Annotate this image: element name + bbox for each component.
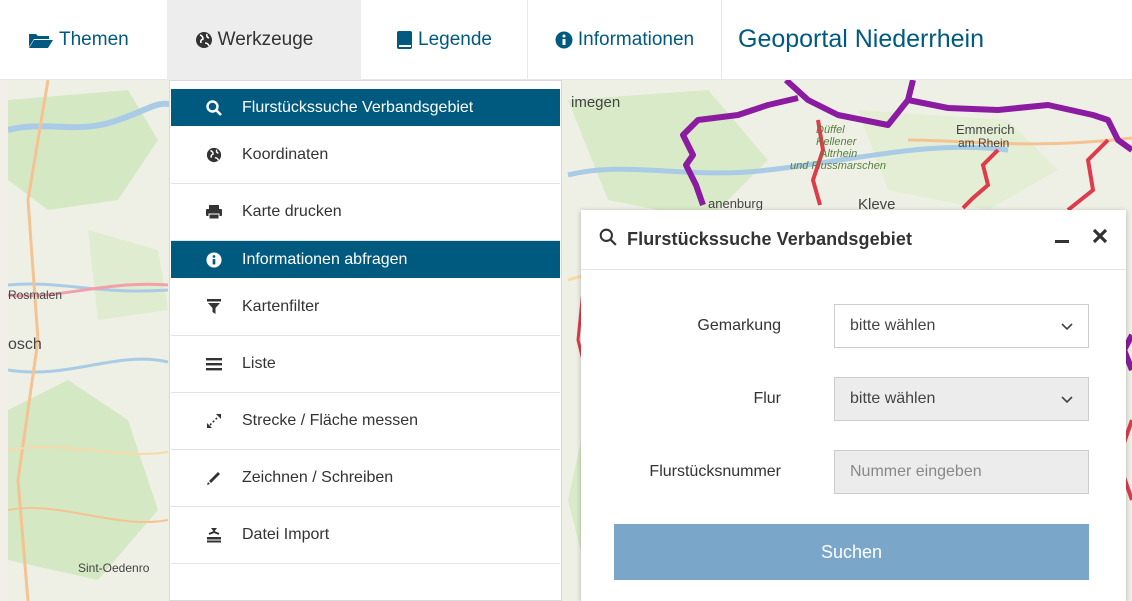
tool-label: Flurstückssuche Verbandsgebiet [242, 98, 474, 116]
nav-informationen-label: Informationen [577, 28, 695, 50]
chevron-down-icon [1060, 319, 1074, 338]
flur-row: Flur bitte wählen [581, 377, 1126, 421]
flur-label: Flur [753, 390, 781, 407]
tool-flurstueckssuche[interactable]: Flurstückssuche Verbandsgebiet [171, 89, 560, 127]
gemarkung-row: Gemarkung bitte wählen [581, 304, 1126, 348]
printer-icon [204, 204, 224, 220]
globe-icon [195, 31, 213, 49]
nav-themen[interactable]: Themen [0, 0, 167, 80]
folder-open-icon [28, 31, 54, 49]
top-navigation: Themen Werkzeuge Legende Informationen G… [0, 0, 1132, 80]
flurstuecksnummer-input[interactable]: Nummer eingeben [834, 450, 1089, 494]
nav-werkzeuge-label: Werkzeuge [217, 28, 314, 50]
tool-liste[interactable]: Liste [171, 336, 560, 393]
pencil-icon [204, 470, 224, 486]
map-label-gosmalen: Rosmalen [8, 288, 63, 302]
gemarkung-select[interactable]: bitte wählen [834, 304, 1089, 348]
map-label-amrhein: am Rhein [958, 136, 1010, 150]
flur-value: bitte wählen [850, 390, 936, 407]
tool-label: Koordinaten [242, 146, 329, 163]
map-label-duffel: Düffel [816, 124, 845, 136]
info-icon [204, 251, 224, 268]
map-label-kranenburg: anenburg [708, 196, 763, 211]
map-label-nijmegen: imegen [571, 94, 621, 111]
flurstueckssuche-panel: Flurstückssuche Verbandsgebiet Gemarkung… [581, 210, 1126, 601]
chevron-down-icon [1060, 392, 1074, 411]
globe-icon [204, 147, 224, 163]
search-icon [204, 99, 224, 116]
nav-legende[interactable]: Legende [361, 0, 527, 80]
panel-header: Flurstückssuche Verbandsgebiet [581, 210, 1126, 270]
tool-strecke-messen[interactable]: Strecke / Fläche messen [171, 393, 560, 450]
list-icon [204, 357, 224, 371]
tool-label: Liste [242, 355, 276, 372]
gemarkung-label: Gemarkung [697, 317, 781, 334]
search-icon [599, 228, 617, 251]
measure-icon [204, 413, 224, 429]
tool-label: Kartenfilter [242, 298, 320, 315]
import-icon [204, 527, 224, 543]
close-icon[interactable] [1092, 224, 1108, 250]
nav-informationen[interactable]: Informationen [527, 0, 722, 80]
map-label-flussmarschen: und Flussmarschen [790, 160, 886, 172]
map-label-kellener: Kellener [816, 136, 857, 148]
map-label-osch: osch [8, 336, 42, 353]
map-label-altrhein: Altrhein [820, 148, 858, 160]
tool-label: Karte drucken [242, 203, 342, 220]
brand-title: Geoportal Niederrhein [738, 25, 984, 53]
tool-label: Strecke / Fläche messen [242, 412, 419, 429]
panel-title: Flurstückssuche Verbandsgebiet [627, 229, 913, 249]
minimize-icon[interactable] [1054, 224, 1070, 250]
werkzeuge-dropdown: Flurstückssuche Verbandsgebiet Koordinat… [169, 80, 562, 601]
tool-label: Informationen abfragen [242, 250, 408, 268]
info-circle-icon [555, 31, 573, 49]
tool-label: Datei Import [242, 526, 330, 543]
nummer-placeholder: Nummer eingeben [850, 463, 982, 480]
nummer-label: Flurstücksnummer [649, 463, 781, 480]
tool-label: Zeichnen / Schreiben [242, 469, 394, 486]
tool-karte-drucken[interactable]: Karte drucken [171, 184, 560, 241]
tool-koordinaten[interactable]: Koordinaten [171, 127, 560, 184]
tool-kartenfilter[interactable]: Kartenfilter [171, 279, 560, 336]
tool-zeichnen[interactable]: Zeichnen / Schreiben [171, 450, 560, 507]
tool-informationen-abfragen[interactable]: Informationen abfragen [171, 241, 560, 279]
tool-datei-import[interactable]: Datei Import [171, 507, 560, 564]
book-icon [396, 30, 413, 50]
nav-themen-label: Themen [59, 28, 129, 50]
flur-select[interactable]: bitte wählen [834, 377, 1089, 421]
map-label-oedenrode: Sint-Oedenro [78, 561, 150, 575]
nummer-row: Flurstücksnummer Nummer eingeben [581, 450, 1126, 494]
suchen-button[interactable]: Suchen [614, 524, 1089, 580]
map-label-emmerich: Emmerich [956, 122, 1015, 137]
gemarkung-value: bitte wählen [850, 317, 936, 334]
nav-legende-label: Legende [418, 28, 492, 50]
nav-werkzeuge[interactable]: Werkzeuge [167, 0, 361, 80]
filter-icon [204, 299, 224, 315]
